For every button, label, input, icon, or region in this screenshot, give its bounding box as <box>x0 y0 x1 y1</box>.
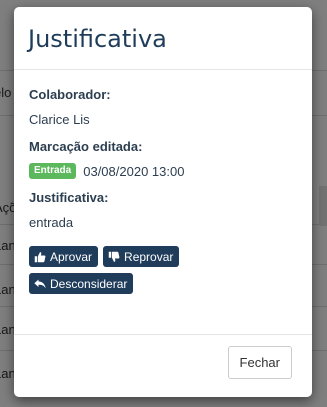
modal-header: Justificativa <box>14 7 312 70</box>
modal-footer: Fechar <box>14 334 312 397</box>
marcacao-label: Marcação editada: <box>29 139 143 154</box>
marcacao-type-badge: Entrada <box>29 163 77 179</box>
justificativa-value: entrada <box>29 215 74 230</box>
colaborador-value: Clarice Lis <box>29 112 90 127</box>
thumbs-down-icon <box>108 251 120 262</box>
reply-icon <box>34 279 46 288</box>
modal-body: Colaborador: Clarice Lis Marcação editad… <box>14 70 312 294</box>
justification-modal: Justificativa Colaborador: Clarice Lis M… <box>14 7 312 397</box>
colaborador-label: Colaborador: <box>29 87 111 102</box>
thumbs-up-icon <box>34 251 46 262</box>
close-button[interactable]: Fechar <box>227 346 292 379</box>
modal-title: Justificativa <box>28 25 167 53</box>
reject-button[interactable]: Reprovar <box>103 246 180 267</box>
action-row: Aprovar Reprovar <box>29 246 297 267</box>
disregard-label: Desconsiderar <box>50 276 128 291</box>
justificativa-label: Justificativa: <box>29 190 109 205</box>
reject-label: Reprovar <box>124 249 174 264</box>
action-row: Desconsiderar <box>29 273 297 294</box>
approve-label: Aprovar <box>50 249 93 264</box>
disregard-button[interactable]: Desconsiderar <box>29 273 134 294</box>
marcacao-datetime: 03/08/2020 13:00 <box>83 163 185 179</box>
marcacao-row: Entrada 03/08/2020 13:00 <box>29 163 297 179</box>
approve-button[interactable]: Aprovar <box>29 246 99 267</box>
action-buttons: Aprovar Reprovar Desconsiderar <box>29 246 297 294</box>
